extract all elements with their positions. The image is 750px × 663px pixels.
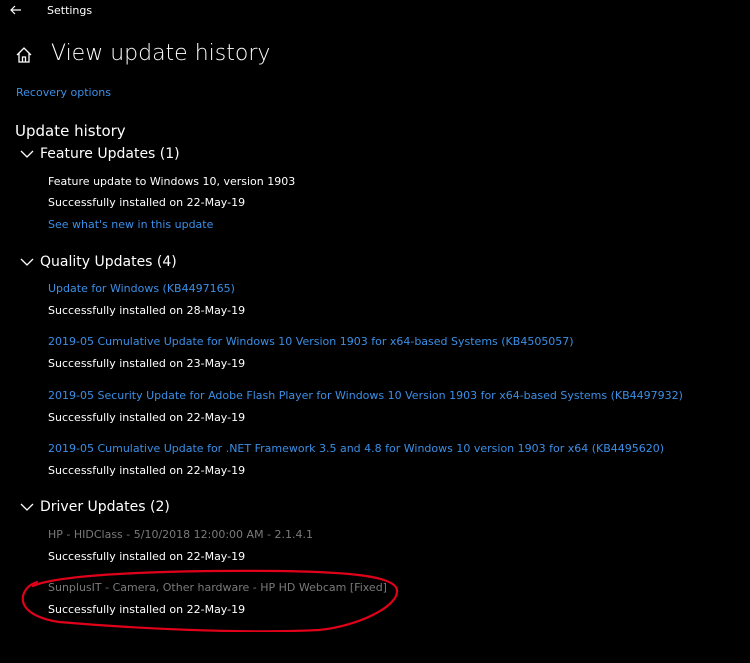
- update-status: Successfully installed on 23-May-19: [48, 357, 246, 370]
- update-link[interactable]: Update for Windows (KB4497165): [48, 282, 235, 295]
- update-status: Successfully installed on 22-May-19: [48, 550, 246, 563]
- driver-updates-header[interactable]: Driver Updates (2): [20, 499, 170, 515]
- feature-updates-label: Feature Updates (1): [40, 146, 180, 162]
- chevron-down-icon: [20, 503, 34, 511]
- update-name: Feature update to Windows 10, version 19…: [48, 175, 296, 188]
- update-history-title: Update history: [15, 122, 126, 140]
- update-status: Successfully installed on 28-May-19: [48, 304, 246, 317]
- red-circle-annotation: [21, 569, 399, 632]
- page-title: View update history: [51, 41, 271, 66]
- update-link[interactable]: 2019-05 Cumulative Update for Windows 10…: [48, 335, 574, 348]
- update-status: Successfully installed on 22-May-19: [48, 603, 246, 616]
- whats-new-link[interactable]: See what's new in this update: [48, 218, 213, 231]
- recovery-options-link[interactable]: Recovery options: [16, 86, 111, 99]
- update-status: Successfully installed on 22-May-19: [48, 196, 246, 209]
- update-link[interactable]: 2019-05 Security Update for Adobe Flash …: [48, 389, 683, 402]
- window-title: Settings: [47, 4, 93, 17]
- update-status: Successfully installed on 22-May-19: [48, 411, 246, 424]
- driver-updates-label: Driver Updates (2): [40, 499, 170, 515]
- chevron-down-icon: [20, 258, 34, 266]
- back-arrow-icon[interactable]: [8, 2, 24, 18]
- quality-updates-label: Quality Updates (4): [40, 254, 177, 270]
- driver-name: HP - HIDClass - 5/10/2018 12:00:00 AM - …: [48, 528, 314, 541]
- driver-name: SunplusIT - Camera, Other hardware - HP …: [48, 581, 387, 594]
- update-status: Successfully installed on 22-May-19: [48, 464, 246, 477]
- feature-updates-header[interactable]: Feature Updates (1): [20, 146, 180, 162]
- chevron-down-icon: [20, 150, 34, 158]
- quality-updates-header[interactable]: Quality Updates (4): [20, 254, 177, 270]
- update-link[interactable]: 2019-05 Cumulative Update for .NET Frame…: [48, 442, 664, 455]
- home-icon[interactable]: [15, 46, 33, 64]
